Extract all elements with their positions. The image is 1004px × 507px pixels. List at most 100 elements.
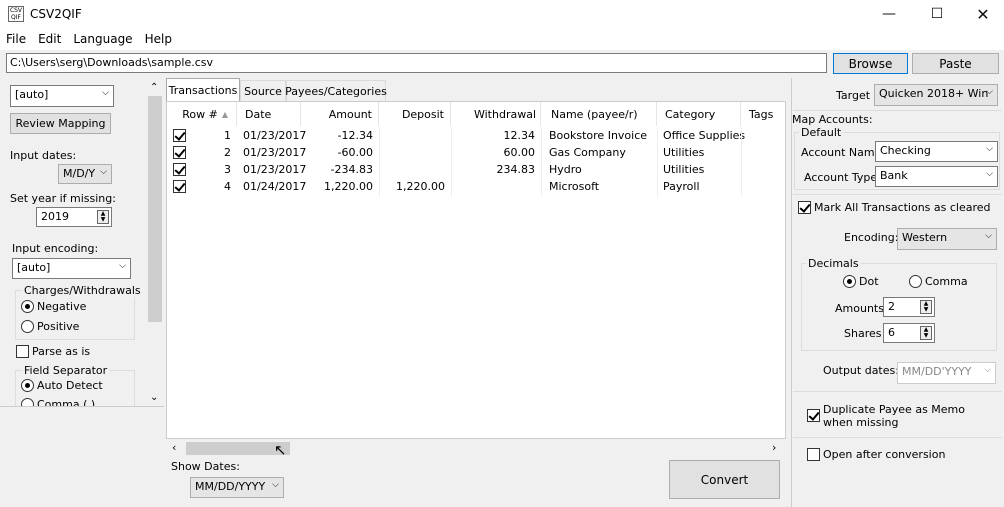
divider: [793, 437, 1002, 438]
close-icon[interactable]: ✕: [960, 0, 1004, 28]
column-header-withdrawal[interactable]: Withdrawal: [451, 102, 541, 126]
tab-transactions[interactable]: Transactions: [166, 78, 240, 101]
default-group-title: Default: [799, 126, 844, 139]
shares-value: 6: [888, 326, 895, 339]
field-sep-comma-radio[interactable]: Comma (,): [21, 398, 95, 406]
input-encoding-combo[interactable]: [auto] ⌵: [12, 258, 131, 279]
spinner-icon[interactable]: ▲ ▼: [97, 210, 109, 224]
table-cell-row: 3: [224, 163, 231, 176]
transactions-table: Row # ▲ Date Amount Deposit Withdrawal Na…: [166, 101, 786, 439]
spinner-icon[interactable]: ▲ ▼: [920, 300, 932, 314]
column-header-amount[interactable]: Amount: [301, 102, 379, 126]
column-header-name[interactable]: Name (payee/r): [541, 102, 657, 126]
menu-file[interactable]: File: [6, 32, 26, 46]
menu-edit[interactable]: Edit: [38, 32, 61, 46]
column-divider: [741, 127, 742, 197]
field-sep-comma-clip: Comma (,): [15, 398, 145, 406]
table-cell-withdrawal: 234.83: [496, 163, 536, 176]
scroll-up-icon[interactable]: ⌃: [150, 82, 158, 93]
browse-button[interactable]: Browse: [833, 53, 908, 74]
output-dates-value: MM/DD'YYYY: [902, 365, 972, 378]
table-cell-category: Payroll: [663, 180, 700, 193]
menu-help[interactable]: Help: [145, 32, 172, 46]
table-cell-name: Bookstore Invoice: [549, 129, 648, 142]
minimize-icon[interactable]: —: [866, 0, 912, 28]
chevron-down-icon: ⌵: [100, 167, 107, 177]
account-name-value: Checking: [880, 144, 931, 157]
column-divider: [379, 127, 380, 197]
column-header-date[interactable]: Date: [237, 102, 301, 126]
checkbox-icon: [16, 345, 29, 358]
table-cell-row: 2: [224, 146, 231, 159]
review-mapping-button[interactable]: Review Mapping: [10, 113, 111, 134]
input-encoding-label: Input encoding:: [12, 242, 99, 255]
scroll-down-icon[interactable]: ⌄: [150, 392, 158, 403]
table-cell-category: Utilities: [663, 146, 705, 159]
decimal-dot-radio[interactable]: Dot: [843, 275, 879, 288]
tab-payees-categories[interactable]: Payees/Categories: [285, 80, 387, 101]
account-name-label: Account Name:: [801, 146, 886, 159]
field-sep-comma-label: Comma (,): [37, 398, 96, 406]
column-header-deposit[interactable]: Deposit: [379, 102, 451, 126]
paste-button[interactable]: Paste: [912, 53, 999, 74]
duplicate-payee-label: Duplicate Payee as Memo when missing: [823, 403, 965, 429]
table-cell-amount: 1,220.00: [324, 180, 373, 193]
scroll-right-icon[interactable]: ›: [772, 441, 776, 454]
spinner-icon[interactable]: ▲ ▼: [920, 326, 932, 340]
column-divider: [451, 127, 452, 197]
mapping-combo-value: [auto]: [15, 88, 49, 101]
maximize-icon[interactable]: ☐: [914, 0, 960, 28]
field-sep-auto-radio[interactable]: Auto Detect: [21, 379, 103, 392]
set-year-stepper[interactable]: 2019 ▲ ▼: [36, 207, 112, 227]
target-value: Quicken 2018+ Win: [879, 87, 989, 100]
account-type-combo[interactable]: Bank ⌵: [875, 166, 998, 187]
parse-as-is-label: Parse as is: [32, 345, 91, 358]
table-cell-deposit: [379, 127, 451, 144]
show-dates-combo[interactable]: MM/DD/YYYY ⌵: [190, 477, 284, 498]
column-divider: [541, 127, 542, 197]
scroll-left-icon[interactable]: ‹: [172, 441, 176, 454]
shares-stepper[interactable]: 6 ▲ ▼: [883, 323, 935, 343]
charges-negative-radio[interactable]: Negative: [21, 300, 86, 313]
divider: [793, 110, 1002, 111]
amounts-value: 2: [888, 300, 895, 313]
mapping-combo[interactable]: [auto] ⌵: [10, 85, 114, 107]
radio-selected-icon: [21, 300, 34, 313]
table-cell-name: Gas Company: [549, 146, 626, 159]
table-cell-withdrawal: 12.34: [503, 129, 536, 142]
title-bar: [0, 0, 1004, 28]
open-after-conversion-checkbox[interactable]: Open after conversion: [807, 448, 945, 461]
menu-language[interactable]: Language: [73, 32, 132, 46]
table-cell-deposit: [379, 161, 451, 178]
amounts-label: Amounts: [835, 302, 884, 315]
open-after-conversion-label: Open after conversion: [823, 448, 946, 461]
decimal-comma-radio[interactable]: Comma: [909, 275, 968, 288]
charges-positive-radio[interactable]: Positive: [21, 320, 79, 333]
map-accounts-label: Map Accounts:: [792, 113, 873, 126]
tab-source[interactable]: Source: [240, 80, 286, 101]
left-panel-scroll-thumb[interactable]: [148, 96, 162, 322]
column-header-tags[interactable]: Tags: [741, 102, 785, 126]
table-cell-amount: -234.83: [330, 163, 373, 176]
encoding-combo[interactable]: Western ⌵: [897, 228, 997, 250]
encoding-label: Encoding:: [844, 231, 899, 244]
set-year-value: 2019: [41, 210, 69, 223]
column-header-row[interactable]: Row # ▲: [167, 102, 237, 126]
file-path-input[interactable]: C:\Users\serg\Downloads\sample.csv: [6, 53, 827, 73]
radio-selected-icon: [21, 379, 34, 392]
checkbox-checked-icon: [807, 408, 820, 422]
parse-as-is-checkbox[interactable]: Parse as is: [16, 345, 90, 358]
duplicate-payee-checkbox[interactable]: [807, 408, 820, 422]
output-dates-combo[interactable]: MM/DD'YYYY ⌵: [897, 362, 996, 384]
input-dates-combo[interactable]: M/D/Y ⌵: [58, 164, 112, 184]
charges-positive-label: Positive: [37, 320, 80, 333]
amounts-stepper[interactable]: 2 ▲ ▼: [883, 297, 935, 317]
convert-button[interactable]: Convert: [669, 460, 780, 499]
target-combo[interactable]: Quicken 2018+ Win ⌵: [874, 84, 998, 106]
table-cell-date: 01/24/2017: [243, 180, 307, 193]
column-header-category[interactable]: Category: [657, 102, 741, 126]
output-dates-label: Output dates:: [823, 364, 899, 377]
account-name-combo[interactable]: Checking ⌵: [875, 141, 998, 162]
charges-negative-label: Negative: [37, 300, 87, 313]
mark-cleared-checkbox[interactable]: Mark All Transactions as cleared: [798, 201, 991, 214]
